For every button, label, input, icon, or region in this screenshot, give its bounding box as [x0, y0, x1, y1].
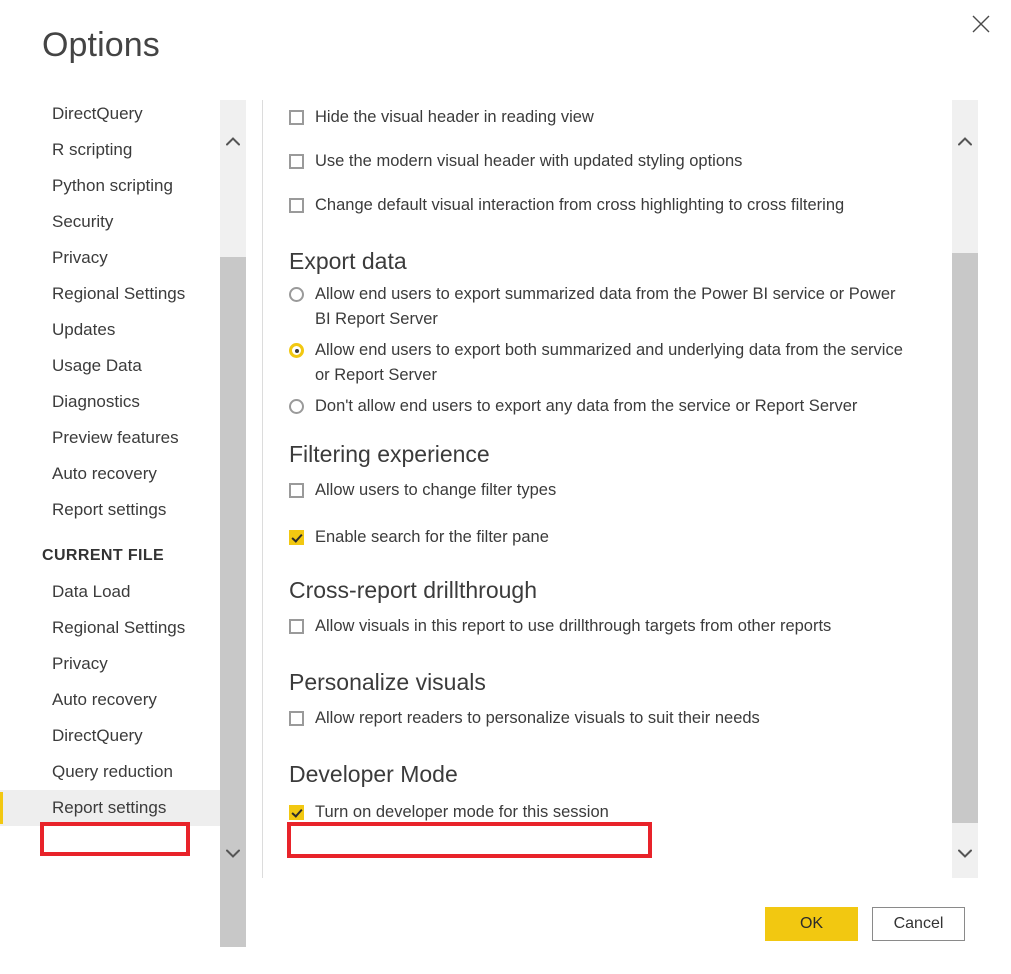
radio-selected-icon[interactable] — [289, 343, 304, 358]
sidebar-scroll-down-button[interactable] — [220, 840, 246, 866]
option-label: Allow end users to export both summarize… — [315, 341, 903, 384]
checkbox-option-row[interactable]: Allow visuals in this report to use dril… — [289, 614, 929, 639]
content-scroll-up-button[interactable] — [952, 128, 978, 154]
option-label: Allow report readers to personalize visu… — [315, 709, 760, 727]
option-label: Don't allow end users to export any data… — [315, 397, 858, 415]
content-scroll-down-button[interactable] — [952, 840, 978, 866]
option-label: Turn on developer mode for this session — [315, 803, 609, 821]
sidebar-item-current-report-settings[interactable]: Report settings — [0, 790, 246, 826]
sidebar-item-updates[interactable]: Updates — [0, 312, 220, 348]
sidebar-item-preview-features[interactable]: Preview features — [0, 420, 220, 456]
dialog-footer: OK Cancel — [765, 907, 965, 941]
page-title: Options — [42, 26, 160, 64]
panel-divider — [262, 100, 263, 878]
sidebar-item-current-privacy[interactable]: Privacy — [0, 646, 220, 682]
content-scrollbar[interactable] — [952, 100, 978, 878]
radio-option-row[interactable]: Allow end users to export summarized dat… — [289, 282, 904, 332]
content-scroll-thumb[interactable] — [952, 253, 978, 823]
checkbox-checked-icon[interactable] — [289, 530, 304, 545]
option-label: Use the modern visual header with update… — [315, 152, 743, 170]
checkbox-option-row[interactable]: Turn on developer mode for this session — [289, 800, 929, 825]
section-heading-cross-report-drillthrough: Cross-report drillthrough — [289, 577, 537, 603]
option-label: Allow visuals in this report to use dril… — [315, 617, 832, 635]
sidebar-item-current-data-load[interactable]: Data Load — [0, 574, 220, 610]
sidebar-item-usage-data[interactable]: Usage Data — [0, 348, 220, 384]
option-label: Change default visual interaction from c… — [315, 196, 845, 214]
sidebar-item-current-query-reduction[interactable]: Query reduction — [0, 754, 220, 790]
sidebar-item-privacy[interactable]: Privacy — [0, 240, 220, 276]
checkbox-option-row[interactable]: Change default visual interaction from c… — [289, 193, 929, 218]
section-heading-personalize-visuals: Personalize visuals — [289, 669, 486, 695]
checkbox-unchecked-icon[interactable] — [289, 198, 304, 213]
sidebar-group-header-current-file: CURRENT FILE — [42, 547, 165, 564]
option-label: Allow users to change filter types — [315, 481, 557, 499]
sidebar-item-directquery[interactable]: DirectQuery — [0, 96, 220, 132]
checkbox-option-row[interactable]: Hide the visual header in reading view — [289, 105, 929, 130]
sidebar-item-python-scripting[interactable]: Python scripting — [0, 168, 220, 204]
checkbox-unchecked-icon[interactable] — [289, 110, 304, 125]
sidebar-nav-list: DirectQuery R scripting Python scripting Se… — [0, 96, 246, 826]
ok-button[interactable]: OK — [765, 907, 858, 941]
sidebar-item-diagnostics[interactable]: Diagnostics — [0, 384, 220, 420]
sidebar-item-current-auto-recovery[interactable]: Auto recovery — [0, 682, 220, 718]
checkbox-option-row[interactable]: Use the modern visual header with update… — [289, 149, 929, 174]
sidebar-scroll-up-button[interactable] — [220, 128, 246, 154]
radio-unselected-icon[interactable] — [289, 287, 304, 302]
sidebar-scrollbar[interactable] — [220, 100, 246, 947]
radio-unselected-icon[interactable] — [289, 399, 304, 414]
cancel-button[interactable]: Cancel — [872, 907, 965, 941]
radio-option-row[interactable]: Don't allow end users to export any data… — [289, 394, 904, 419]
option-label: Allow end users to export summarized dat… — [315, 285, 896, 328]
close-icon — [972, 15, 990, 33]
checkbox-unchecked-icon[interactable] — [289, 483, 304, 498]
section-heading-filtering-experience: Filtering experience — [289, 441, 490, 467]
option-label: Enable search for the filter pane — [315, 528, 549, 546]
sidebar-item-auto-recovery[interactable]: Auto recovery — [0, 456, 220, 492]
checkbox-option-row[interactable]: Allow report readers to personalize visu… — [289, 706, 929, 731]
settings-content-pane: Hide the visual header in reading view Us… — [289, 100, 929, 878]
sidebar-item-security[interactable]: Security — [0, 204, 220, 240]
checkbox-option-row[interactable]: Enable search for the filter pane — [289, 525, 929, 550]
checkbox-option-row[interactable]: Allow users to change filter types — [289, 478, 929, 503]
close-button[interactable] — [959, 4, 1003, 44]
option-label: Hide the visual header in reading view — [315, 108, 594, 126]
checkbox-unchecked-icon[interactable] — [289, 154, 304, 169]
sidebar-item-current-regional-settings[interactable]: Regional Settings — [0, 610, 220, 646]
section-heading-export-data: Export data — [289, 248, 407, 274]
sidebar-item-current-directquery[interactable]: DirectQuery — [0, 718, 220, 754]
checkbox-unchecked-icon[interactable] — [289, 619, 304, 634]
section-heading-developer-mode: Developer Mode — [289, 761, 458, 787]
checkbox-checked-icon[interactable] — [289, 805, 304, 820]
sidebar: DirectQuery R scripting Python scripting Se… — [0, 96, 246, 878]
sidebar-item-report-settings[interactable]: Report settings — [0, 492, 220, 528]
sidebar-item-regional-settings[interactable]: Regional Settings — [0, 276, 220, 312]
sidebar-item-r-scripting[interactable]: R scripting — [0, 132, 220, 168]
radio-option-row[interactable]: Allow end users to export both summarize… — [289, 338, 904, 388]
checkbox-unchecked-icon[interactable] — [289, 711, 304, 726]
